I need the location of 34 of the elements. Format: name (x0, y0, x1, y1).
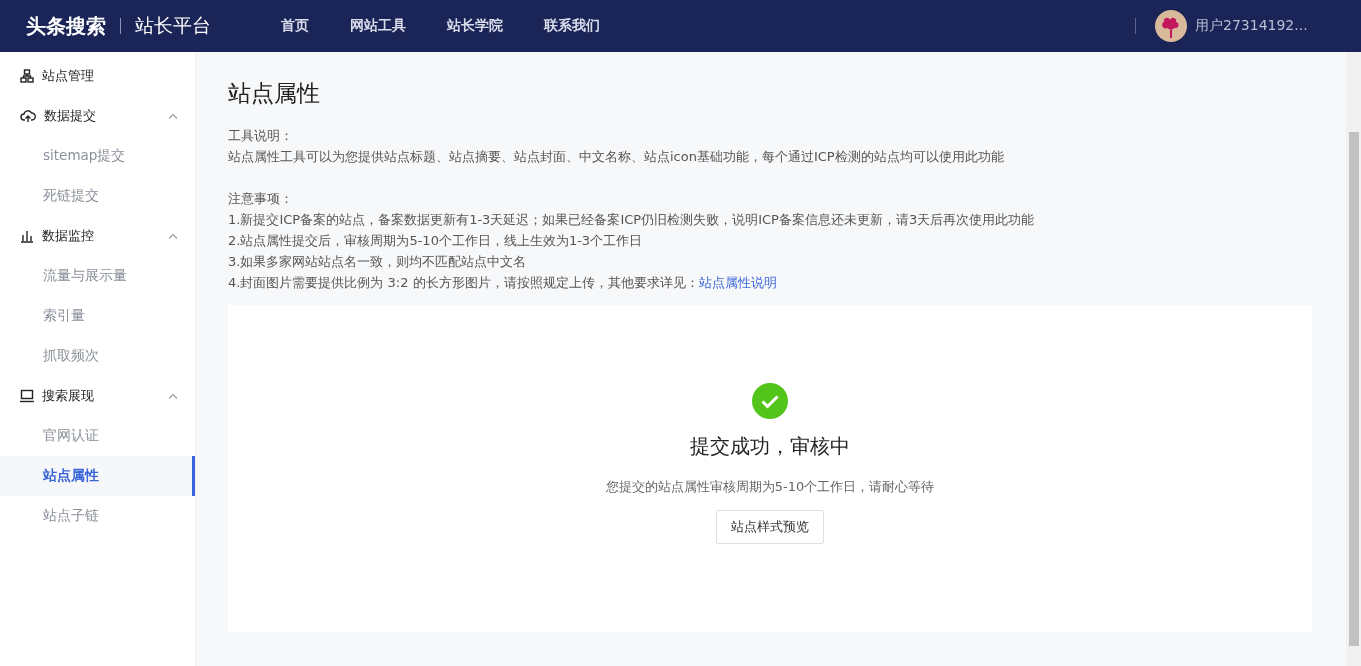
nav-link[interactable]: 联系我们 (544, 17, 600, 35)
result-title: 提交成功，审核中 (690, 433, 850, 460)
chevron-icon (168, 233, 178, 239)
nav-link[interactable]: 网站工具 (350, 17, 406, 35)
nav-link[interactable]: 站长学院 (447, 17, 503, 35)
note-text: 3.如果多家网站站点名一致，则均不匹配站点中文名 (228, 253, 528, 271)
note-text: 4.封面图片需要提供比例为 3:2 的长方形图片，请按照规定上传，其他要求详见：站点属性说明 (228, 274, 778, 292)
help-link[interactable]: 站点属性说明 (698, 275, 777, 290)
nav-link[interactable]: 首页 (281, 17, 309, 35)
success-check-icon (752, 383, 788, 419)
note-text: 1.新提交ICP备案的站点，备案数据更新有1-3天延迟；如果已经备案ICP仍旧检测失败，说明ICP备案信息还未更新，请3天后再次使用此功能 (228, 211, 1036, 229)
cloud-upload-icon (20, 109, 36, 123)
logo-text: 头条搜索 (26, 12, 106, 40)
page-title: 站点属性 (228, 79, 321, 108)
description-text: 站点属性工具可以为您提供站点标题、站点摘要、站点封面、中文名称、站点icon基础功能，每个通过ICP检测的站点均可以使用此功能 (228, 148, 1005, 166)
sidebar-group[interactable]: 数据提交 (0, 96, 195, 136)
result-message: 您提交的站点属性审核周期为5-10个工作日，请耐心等待 (605, 478, 935, 496)
note-text: 2.站点属性提交后，审核周期为5-10个工作日，线上生效为1-3个工作日 (228, 232, 644, 250)
scrollbar[interactable] (1346, 52, 1361, 666)
sidebar-group[interactable]: 搜索展现 (0, 376, 195, 416)
chevron-icon (168, 393, 178, 399)
platform-title: 站长平台 (135, 13, 211, 38)
avatar-icon[interactable] (1155, 10, 1187, 42)
monitor-icon (20, 389, 34, 403)
chevron-icon (168, 113, 178, 119)
sidebar-group[interactable]: 数据监控 (0, 216, 195, 256)
sidebar-group[interactable]: 站点管理 (0, 56, 195, 96)
section-heading: 工具说明： (228, 127, 294, 145)
sitemap-icon (20, 69, 34, 83)
section-heading: 注意事项： (228, 190, 294, 208)
preview-button[interactable]: 站点样式预览 (716, 510, 824, 544)
user-name[interactable]: 用户27314192... (1195, 17, 1308, 35)
bar-chart-icon (20, 229, 34, 243)
sidebar-item[interactable]: 站点属性 (0, 456, 195, 496)
